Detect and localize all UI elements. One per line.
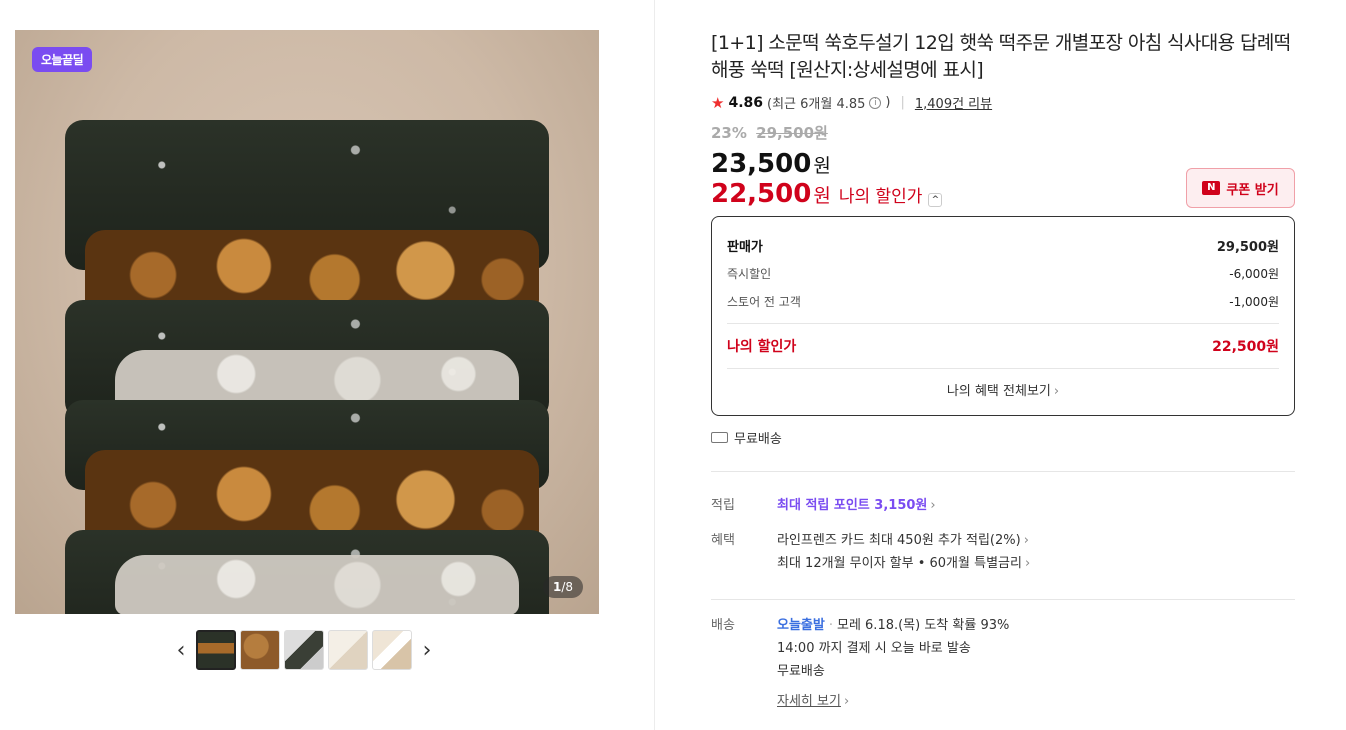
- breakdown-my-value: 22,500원: [1212, 339, 1279, 355]
- product-info: [1+1] 소문떡 쑥호두설기 12입 햇쑥 떡주문 개별포장 아침 식사대용 …: [711, 30, 1295, 713]
- sale-price-value: 23,500: [711, 149, 812, 179]
- points-text: 최대 적립 포인트 3,150원: [777, 498, 928, 513]
- thumbnail-5[interactable]: [372, 630, 412, 670]
- thumb-next-icon[interactable]: ›: [416, 630, 438, 670]
- rating-score: 4.86: [728, 94, 763, 111]
- product-page: 오늘끝딜 1/8 ‹ › [1+1] 소문떡 쑥호두설기 12입 햇쑥 떡주문 …: [0, 0, 1346, 730]
- image-counter-total: /8: [561, 580, 573, 594]
- review-count-link[interactable]: 1,409건 리뷰: [915, 93, 992, 112]
- breakdown-label: 즉시할인: [727, 266, 772, 281]
- column-divider: [654, 0, 655, 730]
- star-icon: ★: [711, 93, 725, 112]
- my-price-unit: 원: [813, 185, 831, 207]
- points-row: 적립 최대 적립 포인트 3,150원 ›: [711, 494, 1295, 517]
- benefit-installment-text: 최대 12개월 무이자 할부 • 60개월 특별금리: [777, 556, 1022, 571]
- delivery-fee: 무료배송: [777, 664, 825, 679]
- image-layer: [115, 555, 519, 614]
- chevron-up-icon[interactable]: ^: [928, 193, 943, 207]
- original-price-row: 23% 29,500원: [711, 122, 1295, 143]
- benefits-content: 라인프렌즈 카드 최대 450원 추가 적립(2%) › 최대 12개월 무이자 …: [777, 529, 1295, 575]
- benefit-card[interactable]: 라인프렌즈 카드 최대 450원 추가 적립(2%) ›: [777, 529, 1295, 552]
- shipping-row: 무료배송: [711, 428, 1295, 447]
- breakdown-value: 29,500원: [1216, 239, 1279, 255]
- rating-recent: (최근 6개월 4.85: [767, 97, 866, 112]
- shipping-free-text: 무료배송: [734, 432, 782, 447]
- my-price-value: 22,500: [711, 179, 812, 209]
- thumbnail-3[interactable]: [284, 630, 324, 670]
- coupon-button-label: 쿠폰 받기: [1226, 182, 1279, 198]
- breakdown-label: 스토어 전 고객: [727, 294, 801, 309]
- sale-price-unit: 원: [813, 155, 831, 177]
- breakdown-row: 스토어 전 고객 -1,000원: [727, 287, 1279, 315]
- divider: [727, 323, 1279, 324]
- chevron-right-icon: ›: [1023, 533, 1029, 548]
- all-benefits-label: 나의 혜택 전체보기: [946, 384, 1051, 399]
- delivery-content: 오늘출발 · 모레 6.18.(목) 도착 확률 93% 14:00 까지 결제 시…: [777, 614, 1295, 713]
- divider: [711, 599, 1295, 600]
- separator: |: [900, 95, 905, 110]
- breakdown-row: 즉시할인 -6,000원: [727, 259, 1279, 287]
- delivery-arrival: 모레 6.18.(목) 도착 확률 93%: [836, 618, 1010, 633]
- delivery-service-line: 오늘출발 · 모레 6.18.(목) 도착 확률 93%: [777, 614, 1295, 637]
- coupon-button[interactable]: N 쿠폰 받기: [1186, 168, 1295, 208]
- thumbnail-1[interactable]: [196, 630, 236, 670]
- delivery-row: 배송 오늘출발 · 모레 6.18.(목) 도착 확률 93% 14:00 까지 결…: [711, 614, 1295, 713]
- breakdown-value: -6,000원: [1229, 266, 1279, 281]
- all-benefits-link[interactable]: 나의 혜택 전체보기 ›: [727, 369, 1279, 415]
- separator: ·: [828, 618, 833, 633]
- product-main-image[interactable]: 오늘끝딜 1/8: [15, 30, 599, 614]
- benefit-card-text: 라인프렌즈 카드 최대 450원 추가 적립(2%): [777, 533, 1021, 548]
- chevron-right-icon: ›: [1024, 556, 1031, 571]
- price-breakdown: 판매가 29,500원 즉시할인 -6,000원 스토어 전 고객 -1,000…: [711, 216, 1295, 416]
- image-counter: 1/8: [542, 576, 583, 598]
- chevron-right-icon: ›: [843, 694, 850, 709]
- breakdown-value: -1,000원: [1229, 294, 1279, 309]
- thumbnail-2[interactable]: [240, 630, 280, 670]
- chevron-right-icon: ›: [1053, 384, 1060, 399]
- deal-badge: 오늘끝딜: [32, 47, 93, 72]
- my-price-label: 나의 할인가: [838, 187, 923, 207]
- benefits-label: 혜택: [711, 533, 735, 548]
- points-content[interactable]: 최대 적립 포인트 3,150원 ›: [777, 494, 1295, 517]
- thumbnail-4[interactable]: [328, 630, 368, 670]
- delivery-details-link[interactable]: 자세히 보기 ›: [777, 690, 1295, 713]
- product-title: [1+1] 소문떡 쑥호두설기 12입 햇쑥 떡주문 개별포장 아침 식사대용 …: [711, 32, 1291, 81]
- info-icon[interactable]: i: [869, 96, 882, 109]
- naver-logo-icon: N: [1202, 181, 1221, 195]
- benefits-row: 혜택 라인프렌즈 카드 최대 450원 추가 적립(2%) › 최대 12개월 무…: [711, 529, 1295, 575]
- rating-recent-close: ): [885, 95, 891, 110]
- rating-row: ★ 4.86 (최근 6개월 4.85 i ) | 1,409건 리뷰: [711, 93, 1295, 113]
- thumb-prev-icon[interactable]: ‹: [170, 630, 192, 670]
- delivery-label: 배송: [711, 618, 735, 633]
- discount-rate: 23%: [711, 124, 747, 142]
- benefit-installment[interactable]: 최대 12개월 무이자 할부 • 60개월 특별금리 ›: [777, 552, 1295, 575]
- points-label: 적립: [711, 498, 735, 513]
- breakdown-my-label: 나의 할인가: [727, 339, 797, 355]
- divider: [711, 471, 1295, 472]
- delivery-service: 오늘출발: [777, 618, 825, 633]
- chevron-right-icon: ›: [930, 498, 936, 513]
- breakdown-row: 판매가 29,500원: [727, 231, 1279, 259]
- truck-icon: [711, 432, 728, 443]
- delivery-cutoff: 14:00 까지 결제 시 오늘 바로 발송: [777, 641, 971, 656]
- breakdown-my-price-row: 나의 할인가 22,500원: [727, 332, 1279, 360]
- delivery-details-label: 자세히 보기: [777, 694, 841, 709]
- original-price: 29,500원: [756, 124, 828, 142]
- thumbnail-strip: ‹ ›: [170, 630, 446, 670]
- breakdown-label: 판매가: [727, 239, 763, 255]
